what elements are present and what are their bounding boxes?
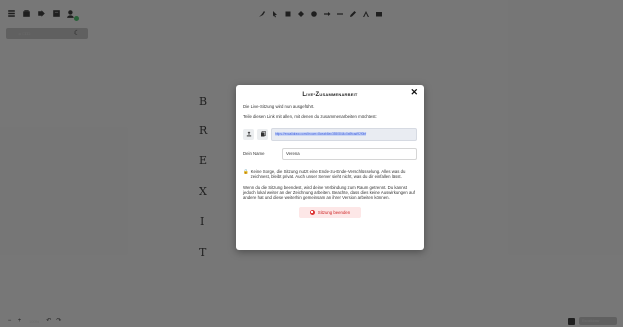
share-link-button[interactable] xyxy=(243,128,254,140)
close-icon[interactable]: ✕ xyxy=(410,88,418,97)
session-status-text: Die Live-Sitzung wird nun ausgeführt. xyxy=(243,104,315,109)
privacy-note-text: Keine Sorge, die Sitzung nutzt eine Ende… xyxy=(250,168,406,180)
name-row: Dein Name Verena xyxy=(243,147,417,160)
lock-icon: 🔒 xyxy=(243,168,249,174)
end-session-button[interactable]: Sitzung beenden xyxy=(299,206,361,218)
end-session-label: Sitzung beenden xyxy=(317,209,351,215)
share-link-text: https://excalidraw.com/#room=8ceab6ec355… xyxy=(275,132,367,137)
share-link-field[interactable]: https://excalidraw.com/#room=8ceab6ec355… xyxy=(271,127,417,141)
name-input[interactable]: Verena xyxy=(282,147,417,160)
stop-icon xyxy=(309,209,315,215)
copy-link-button[interactable] xyxy=(257,128,268,140)
name-label: Dein Name xyxy=(243,151,265,157)
dialog-title: Live-Zusammenarbeit xyxy=(302,92,358,98)
privacy-note: 🔒 Keine Sorge, die Sitzung nutzt eine En… xyxy=(243,169,417,180)
live-collaboration-dialog: Live-Zusammenarbeit ✕ Die Live-Sitzung w… xyxy=(236,85,424,250)
share-prompt: Teile diesen Link mit allen, mit denen d… xyxy=(243,114,377,120)
end-session-note: Wenn du die Sitzung beendest, wird deine… xyxy=(243,184,415,201)
share-link-row: https://excalidraw.com/#room=8ceab6ec355… xyxy=(243,127,417,141)
